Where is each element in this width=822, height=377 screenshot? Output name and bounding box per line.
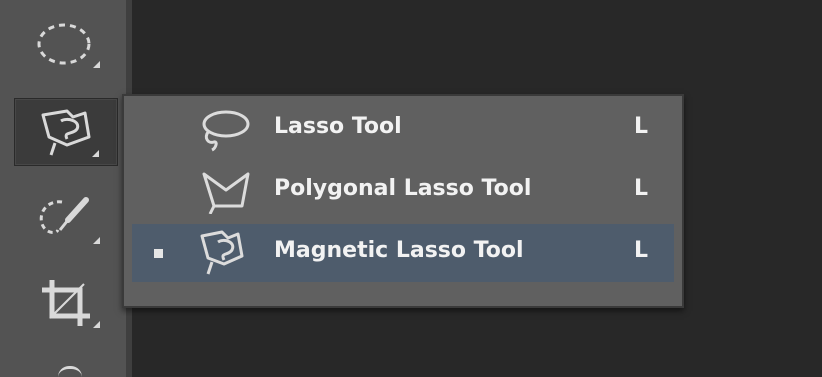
menu-item-label: Polygonal Lasso Tool — [274, 176, 532, 201]
menu-item-label: Lasso Tool — [274, 114, 402, 139]
tool-elliptical-marquee[interactable] — [14, 8, 118, 76]
flyout-indicator-icon — [92, 150, 99, 157]
menu-item-shortcut: L — [634, 176, 649, 201]
flyout-indicator-icon — [93, 61, 100, 68]
magnetic-lasso-icon — [200, 230, 244, 275]
magnetic-lasso-icon — [41, 109, 91, 156]
lasso-icon — [202, 110, 250, 152]
menu-item-shortcut: L — [634, 114, 649, 139]
quick-selection-icon — [39, 197, 89, 234]
menu-item-polygonal-lasso-tool[interactable]: Polygonal Lasso Tool L — [132, 162, 674, 220]
menu-item-lasso-tool[interactable]: Lasso Tool L — [132, 100, 674, 158]
flyout-indicator-icon — [93, 237, 100, 244]
menu-item-label: Magnetic Lasso Tool — [274, 238, 524, 263]
selected-indicator-icon — [154, 249, 163, 258]
crop-icon — [42, 280, 90, 326]
lasso-flyout-menu: Lasso Tool L Polygonal Lasso Tool L Magn… — [122, 94, 684, 308]
next-tool-icon[interactable] — [58, 366, 82, 377]
menu-item-magnetic-lasso-tool[interactable]: Magnetic Lasso Tool L — [132, 224, 674, 282]
tool-quick-selection[interactable] — [14, 184, 118, 252]
flyout-indicator-icon — [93, 321, 100, 328]
polygonal-lasso-icon — [202, 172, 250, 214]
tool-lasso[interactable] — [14, 98, 118, 166]
tool-crop[interactable] — [14, 268, 118, 336]
tools-panel — [0, 0, 132, 377]
menu-item-shortcut: L — [634, 238, 649, 263]
elliptical-marquee-icon — [37, 23, 91, 65]
